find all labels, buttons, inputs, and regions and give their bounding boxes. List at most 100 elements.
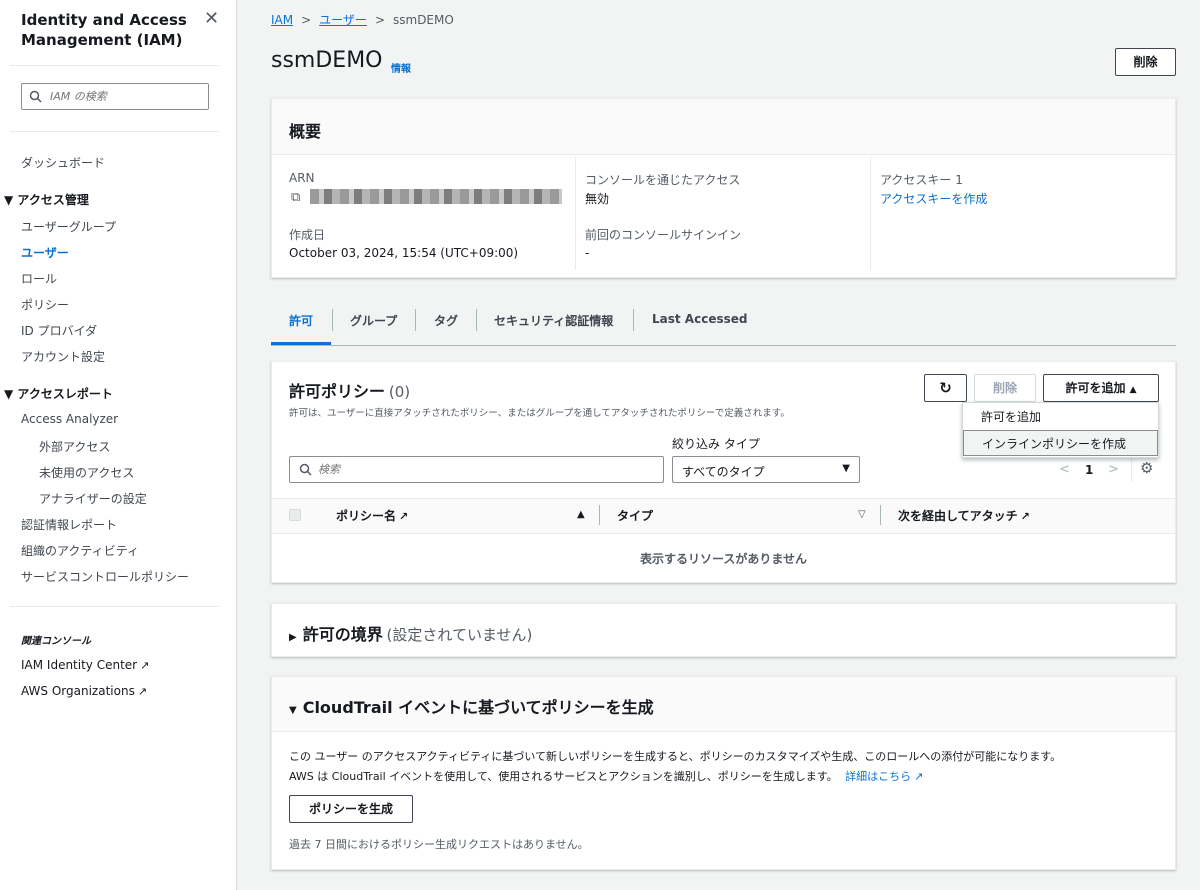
last-signin-label: 前回のコンソールサインイン xyxy=(585,228,742,242)
close-icon[interactable]: ✕ xyxy=(204,8,219,29)
caret-down-icon: ▼ xyxy=(289,705,297,716)
link-label: IAM Identity Center xyxy=(21,658,138,672)
boundary-header[interactable]: ▶ 許可の境界 (設定されていません) xyxy=(289,621,532,645)
external-link-icon: ↗ xyxy=(1020,510,1030,523)
sidebar-section-access-reports[interactable]: ▼ アクセスレポート xyxy=(4,385,113,402)
info-link[interactable]: 情報 xyxy=(391,60,411,75)
permissions-count: (0) xyxy=(388,383,411,401)
sort-ascending-icon[interactable]: ▲ xyxy=(577,509,585,520)
divider xyxy=(10,65,219,66)
learn-more-label: 詳細はこちら xyxy=(845,770,912,783)
delete-policy-button[interactable]: 削除 xyxy=(974,374,1036,402)
chevron-right-icon: > xyxy=(301,13,312,27)
arn-label: ARN xyxy=(289,171,315,185)
settings-gear-icon[interactable]: ⚙ xyxy=(1140,459,1153,477)
sidebar-item-policies[interactable]: ポリシー xyxy=(21,296,69,313)
refresh-button[interactable]: ↻ xyxy=(924,374,967,402)
tab-permissions[interactable]: 許可 xyxy=(289,312,313,329)
sidebar-item-scp[interactable]: サービスコントロールポリシー xyxy=(21,568,189,585)
divider xyxy=(870,157,871,270)
tab-last-accessed[interactable]: Last Accessed xyxy=(652,312,747,326)
delete-user-button[interactable]: 削除 xyxy=(1115,48,1176,76)
console-access-label: コンソールを通じたアクセス xyxy=(585,173,741,187)
tab-groups[interactable]: グループ xyxy=(350,312,397,329)
search-icon xyxy=(29,90,42,103)
page-number[interactable]: 1 xyxy=(1085,463,1093,477)
divider xyxy=(415,309,416,331)
filter-type-label: 絞り込み タイプ xyxy=(672,437,760,451)
sidebar-item-user-groups[interactable]: ユーザーグループ xyxy=(21,218,116,235)
breadcrumb-iam[interactable]: IAM xyxy=(271,13,293,27)
add-permissions-button[interactable]: 許可を追加 ▲ xyxy=(1043,374,1159,402)
select-all-checkbox[interactable] xyxy=(289,509,301,521)
console-access-value: 無効 xyxy=(585,192,610,206)
add-permissions-label: 許可を追加 xyxy=(1065,381,1126,395)
last-signin-value: - xyxy=(585,246,590,260)
sidebar-search[interactable] xyxy=(21,83,209,110)
search-icon xyxy=(299,463,312,476)
external-link-icon: ↗ xyxy=(914,770,924,783)
policy-search-box[interactable] xyxy=(289,456,664,483)
boundary-status: (設定されていません) xyxy=(386,626,533,644)
sidebar-item-analyzer-settings[interactable]: アナライザーの設定 xyxy=(39,490,147,507)
divider xyxy=(599,505,600,525)
sidebar-item-dashboard[interactable]: ダッシュボード xyxy=(21,154,105,171)
sidebar-item-org-activity[interactable]: 組織のアクティビティ xyxy=(21,542,139,559)
divider xyxy=(880,505,881,525)
chevron-right-icon[interactable]: > xyxy=(1108,462,1119,477)
col-type[interactable]: タイプ xyxy=(617,507,653,524)
sidebar-section-access-management[interactable]: ▼ アクセス管理 xyxy=(4,191,89,208)
sidebar-search-input[interactable] xyxy=(50,87,200,106)
sidebar-link-organizations[interactable]: AWS Organizations ↗ xyxy=(21,684,147,698)
learn-more-link[interactable]: 詳細はこちら ↗ xyxy=(845,770,923,783)
sidebar-item-roles[interactable]: ロール xyxy=(21,270,57,287)
sidebar-item-credential-report[interactable]: 認証情報レポート xyxy=(21,516,117,533)
sidebar-link-identity-center[interactable]: IAM Identity Center ↗ xyxy=(21,658,149,672)
sidebar-item-external-access[interactable]: 外部アクセス xyxy=(39,438,110,455)
sidebar-item-unused-access[interactable]: 未使用のアクセス xyxy=(39,464,134,481)
permissions-heading: 許可ポリシー xyxy=(289,382,386,401)
caret-down-icon: ▼ xyxy=(4,387,14,401)
tab-security-credentials[interactable]: セキュリティ認証情報 xyxy=(494,312,613,329)
sort-icon[interactable]: ▽ xyxy=(858,509,866,520)
sidebar-item-id-providers[interactable]: ID プロバイダ xyxy=(21,322,97,339)
sidebar-item-users[interactable]: ユーザー xyxy=(21,244,69,261)
copy-icon[interactable]: ⧉ xyxy=(291,190,300,205)
type-filter-select[interactable]: すべてのタイプ ▼ xyxy=(672,456,860,483)
sidebar-item-account-settings[interactable]: アカウント設定 xyxy=(21,348,105,365)
created-label: 作成日 xyxy=(289,228,326,242)
generation-note: 過去 7 日間におけるポリシー生成リクエストはありません。 xyxy=(289,838,589,851)
breadcrumb-users[interactable]: ユーザー xyxy=(319,13,367,27)
cloudtrail-description-1: この ユーザー のアクセスアクティビティに基づいて新しいポリシーを生成すると、ポ… xyxy=(289,750,1062,763)
generate-policy-button[interactable]: ポリシーを生成 xyxy=(289,795,413,823)
type-filter-value: すべてのタイプ xyxy=(682,465,765,479)
sidebar-item-access-analyzer[interactable]: Access Analyzer xyxy=(21,412,118,426)
col-policy-name[interactable]: ポリシー名 ↗ xyxy=(336,507,408,524)
created-value: October 03, 2024, 15:54 (UTC+09:00) xyxy=(289,246,519,260)
menu-item-create-inline-policy[interactable]: インラインポリシーを作成 xyxy=(963,430,1158,456)
caret-up-icon: ▲ xyxy=(1129,385,1137,395)
permissions-boundary-panel[interactable]: ▶ 許可の境界 (設定されていません) xyxy=(271,603,1176,657)
chevron-left-icon[interactable]: < xyxy=(1059,462,1070,477)
breadcrumb: IAM > ユーザー > ssmDEMO xyxy=(271,11,454,28)
tab-tags[interactable]: タグ xyxy=(434,312,458,329)
divider xyxy=(575,157,576,270)
arn-redacted-value xyxy=(310,189,562,204)
caret-right-icon: ▶ xyxy=(289,632,297,643)
cloudtrail-panel: ▼ CloudTrail イベントに基づいてポリシーを生成 この ユーザー のアク… xyxy=(271,676,1176,870)
divider xyxy=(332,309,333,331)
external-link-icon: ↗ xyxy=(137,685,148,698)
external-link-icon: ↗ xyxy=(399,510,409,523)
cloudtrail-header[interactable]: ▼ CloudTrail イベントに基づいてポリシーを生成 xyxy=(289,694,654,718)
menu-item-add-permissions[interactable]: 許可を追加 xyxy=(963,404,1158,430)
create-access-key-link[interactable]: アクセスキーを作成 xyxy=(880,190,987,207)
boundary-heading: 許可の境界 xyxy=(302,625,383,644)
permissions-header: 許可ポリシー (0) xyxy=(289,378,410,402)
tabs-underline xyxy=(271,345,1176,346)
policy-search-input[interactable] xyxy=(318,460,648,479)
cloudtrail-description-2: AWS は CloudTrail イベントを使用して、使用されるサービスとアクシ… xyxy=(289,768,923,784)
col-attached-via[interactable]: 次を経由してアタッチ ↗ xyxy=(898,507,1030,524)
section-label: アクセス管理 xyxy=(17,193,89,207)
link-label: AWS Organizations xyxy=(21,684,135,698)
divider xyxy=(10,131,219,132)
